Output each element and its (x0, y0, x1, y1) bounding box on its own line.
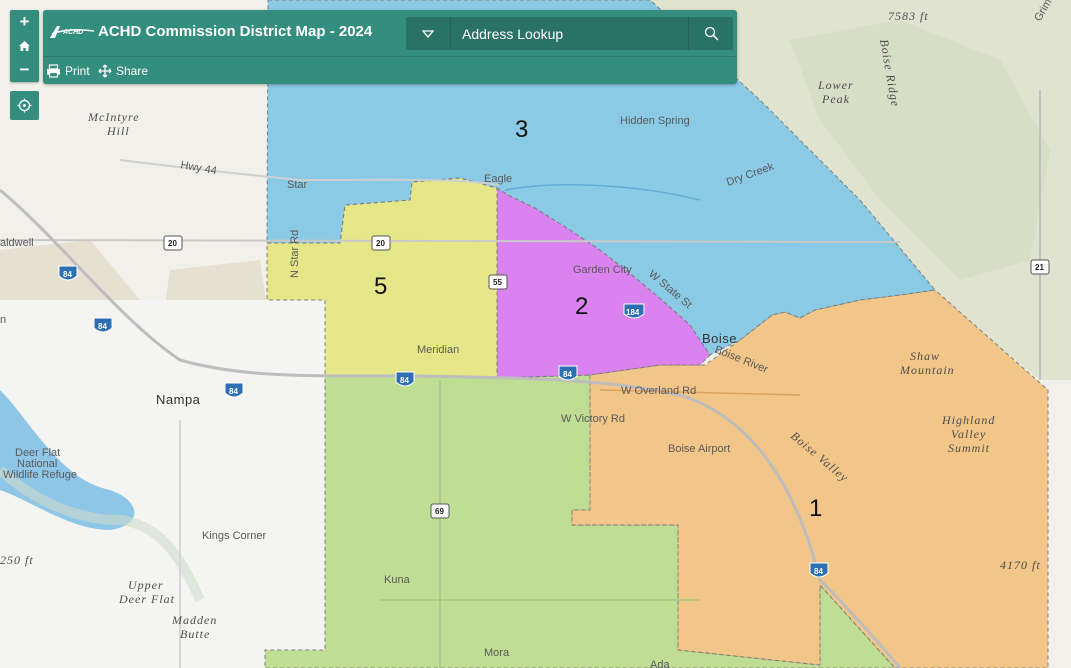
district-5-label: 5 (374, 273, 387, 300)
print-button[interactable]: Print (46, 64, 90, 78)
share-button[interactable]: Share (98, 64, 148, 78)
zoom-in-button[interactable]: + (10, 10, 39, 34)
svg-text:84: 84 (563, 370, 572, 379)
i84-shield-b: 84 (93, 317, 113, 333)
terrain-highland-1: Highland (941, 413, 995, 427)
svg-text:21: 21 (1035, 263, 1044, 272)
district-2-label: 2 (575, 293, 588, 320)
place-meridian: Meridian (417, 344, 459, 356)
share-icon (98, 64, 112, 78)
place-star: Star (287, 179, 308, 191)
terrain-highland-2: Valley (951, 427, 986, 441)
print-icon (47, 64, 60, 78)
terrain-upper-deer-2: Deer Flat (118, 592, 175, 606)
i184-shield: 184 (623, 303, 645, 319)
share-label: Share (116, 64, 149, 78)
place-kings-corner: Kings Corner (202, 530, 267, 542)
us20-shield-a: 20 (163, 235, 183, 251)
svg-text:20: 20 (376, 239, 385, 248)
app-title: ACHD Commission District Map - 2024 (98, 23, 373, 40)
terrain-lower-peak-2: Peak (821, 92, 850, 106)
us20-shield-b: 20 (371, 235, 391, 251)
svg-text:ACHD: ACHD (62, 29, 83, 36)
place-eagle: Eagle (484, 173, 512, 185)
place-deer-flat-3: Wildlife Refuge (3, 469, 77, 481)
svg-text:84: 84 (400, 376, 409, 385)
print-label: Print (65, 64, 90, 78)
svg-text:84: 84 (814, 567, 823, 576)
terrain-shaw-2: Mountain (899, 363, 955, 377)
search-source-dropdown[interactable] (406, 17, 451, 50)
elevation-7583: 7583 ft (888, 9, 929, 23)
locate-icon (17, 98, 32, 113)
i84-shield-d: 84 (395, 371, 415, 387)
district-3-label: 3 (515, 116, 528, 143)
address-search: Address Lookup (406, 17, 733, 50)
elevation-4170: 4170 ft (1000, 558, 1041, 572)
elevation-250: 250 ft (0, 553, 34, 567)
i84-shield-a: 84 (58, 265, 78, 281)
locate-button[interactable] (10, 91, 39, 120)
svg-text:69: 69 (435, 507, 444, 516)
road-label-n-star: N Star Rd (289, 230, 301, 278)
terrain-madden-2: Butte (180, 627, 210, 641)
i84-shield-c: 84 (224, 382, 244, 398)
district-map[interactable]: 3 2 5 1 Star Eagle Hidden Spring Garden … (0, 0, 1071, 668)
svg-text:184: 184 (626, 308, 640, 317)
chevron-down-icon (422, 29, 434, 38)
terrain-mcintyre-2: Hill (106, 124, 130, 138)
terrain-highland-3: Summit (948, 441, 990, 455)
terrain-lower-peak-1: Lower (817, 78, 854, 92)
road-label-w-victory: W Victory Rd (561, 413, 625, 425)
place-boise-airport: Boise Airport (668, 443, 730, 455)
place-edge-n: n (0, 314, 6, 326)
place-kuna: Kuna (384, 574, 411, 586)
home-icon (19, 41, 30, 51)
app-header: ACHD ACHD Commission District Map - 2024… (43, 10, 737, 84)
home-button[interactable] (10, 34, 39, 58)
road-label-w-overland: W Overland Rd (621, 385, 696, 397)
svg-text:55: 55 (493, 278, 502, 287)
terrain-shaw-1: Shaw (910, 349, 940, 363)
district-1-label: 1 (809, 495, 822, 522)
place-ada: Ada (650, 659, 670, 668)
terrain-madden-1: Madden (171, 613, 217, 627)
svg-text:84: 84 (229, 387, 238, 396)
svg-text:84: 84 (98, 322, 107, 331)
state21-shield: 21 (1030, 259, 1050, 275)
i84-shield-f: 84 (809, 562, 829, 578)
state69-shield: 69 (430, 503, 450, 519)
place-hidden-spring: Hidden Spring (620, 115, 690, 127)
zoom-out-button[interactable]: − (10, 58, 39, 82)
terrain-mcintyre-1: McIntyre (87, 110, 140, 124)
place-mora: Mora (484, 647, 510, 659)
zoom-controls: + − (10, 10, 39, 82)
search-button[interactable] (688, 17, 733, 50)
search-input[interactable]: Address Lookup (462, 26, 563, 42)
place-caldwell: aldwell (0, 237, 34, 249)
header-divider (43, 56, 737, 57)
state55-shield: 55 (488, 274, 508, 290)
svg-text:20: 20 (168, 239, 177, 248)
i84-shield-e: 84 (558, 365, 578, 381)
search-icon (704, 26, 719, 41)
place-garden-city: Garden City (573, 264, 632, 276)
terrain-upper-deer-1: Upper (128, 578, 164, 592)
place-nampa: Nampa (156, 392, 201, 407)
achd-logo: ACHD (50, 26, 95, 38)
svg-text:84: 84 (63, 270, 72, 279)
